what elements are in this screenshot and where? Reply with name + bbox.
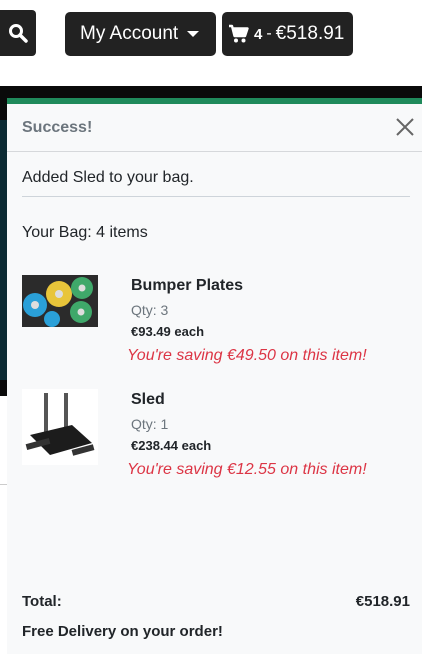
- close-icon[interactable]: [394, 116, 416, 138]
- item-name: Bumper Plates: [131, 277, 244, 294]
- item-price: €238.44 each: [131, 438, 212, 453]
- bumper-plates-image: [22, 275, 98, 327]
- item-quantity: Qty: 1: [131, 416, 169, 432]
- bag-item-count: 4: [254, 25, 263, 43]
- bag-total: €518.91: [275, 23, 345, 44]
- bag-item: Bumper Plates Qty: 3 €93.49 each You're …: [22, 275, 412, 365]
- search-button[interactable]: [0, 10, 36, 56]
- chevron-down-icon: [187, 31, 200, 37]
- sled-image: [22, 389, 98, 465]
- toast-message: Added Sled to your bag.: [22, 169, 194, 186]
- toast-title: Success!: [22, 119, 93, 136]
- item-name: Sled: [131, 391, 165, 408]
- item-price: €93.49 each: [131, 324, 205, 339]
- shopping-bag-button[interactable]: 4 - €518.91: [222, 12, 353, 56]
- delivery-note: Free Delivery on your order!: [22, 623, 223, 640]
- my-account-label: My Account: [80, 23, 179, 44]
- bag-item: Sled Qty: 1 €238.44 each You're saving €…: [22, 389, 412, 479]
- toast-header: Success!: [7, 104, 422, 152]
- search-icon: [9, 24, 28, 43]
- item-saving: You're saving €12.55 on this item!: [127, 461, 367, 478]
- total-value: €518.91: [355, 593, 410, 610]
- navbar: My Account 4 - €518.91: [0, 0, 422, 86]
- bag-summary: Your Bag: 4 items: [22, 224, 148, 241]
- bag-toast: Success! Added Sled to your bag. Your Ba…: [7, 98, 422, 654]
- toast-divider: [22, 196, 410, 197]
- item-quantity: Qty: 3: [131, 302, 169, 318]
- my-account-button[interactable]: My Account: [65, 12, 216, 56]
- item-saving: You're saving €49.50 on this item!: [127, 347, 367, 364]
- shopping-cart-icon: [229, 24, 249, 43]
- bag-separator: -: [266, 25, 272, 42]
- total-label: Total:: [22, 593, 62, 610]
